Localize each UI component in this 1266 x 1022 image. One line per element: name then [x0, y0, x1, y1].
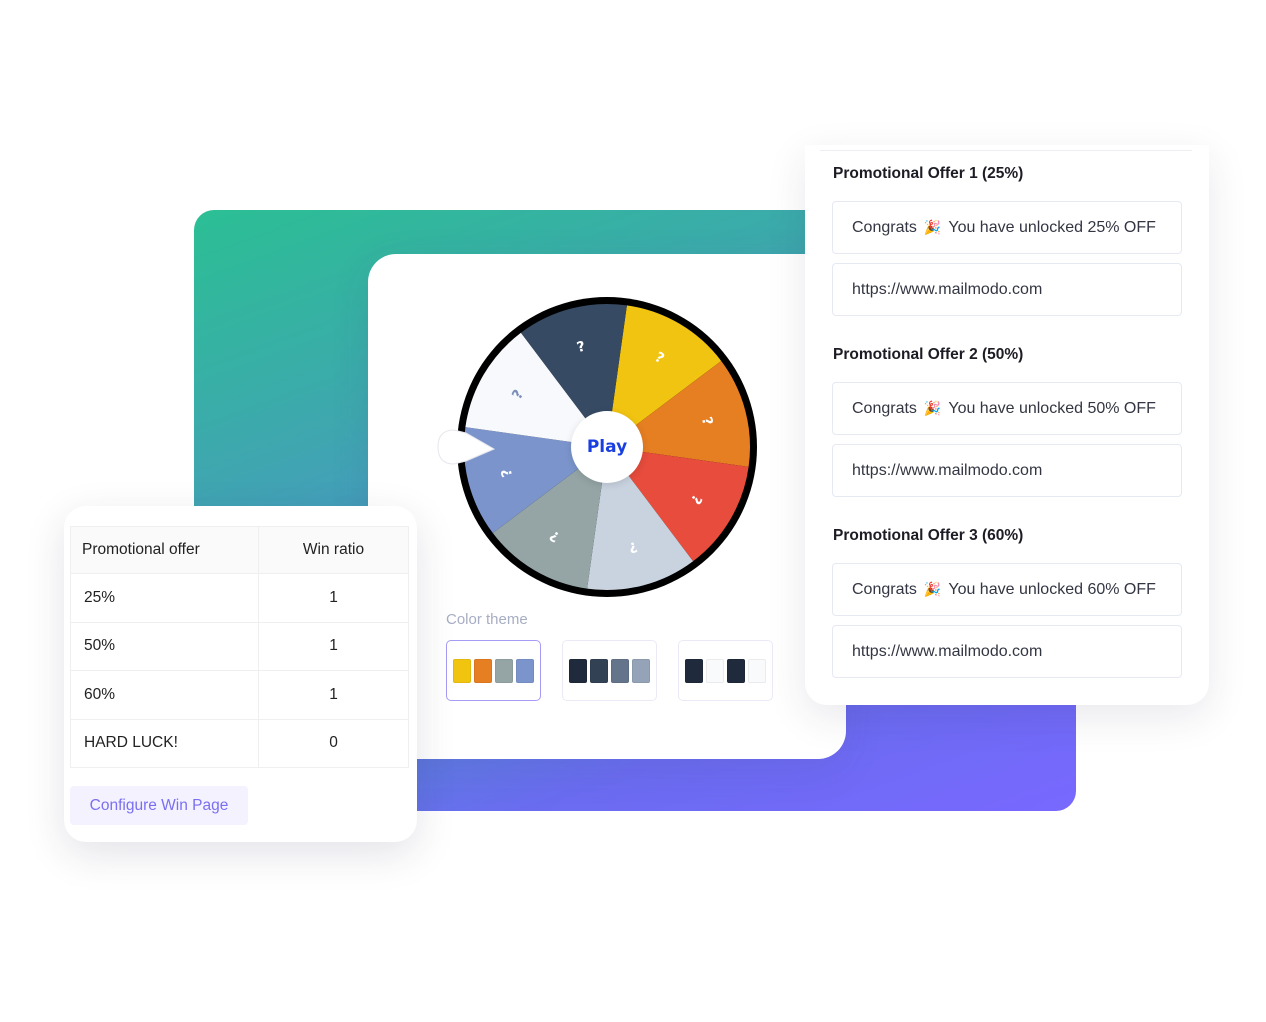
offer-url-input[interactable]: https://www.mailmodo.com — [832, 444, 1182, 497]
message-prefix: Congrats — [852, 580, 917, 598]
offer-message-input[interactable]: Congrats 🎉 You have unlocked 25% OFF — [832, 201, 1182, 254]
color-swatch — [453, 658, 471, 683]
color-theme-options — [446, 640, 773, 701]
color-theme-label: Color theme — [446, 611, 528, 628]
message-suffix: You have unlocked 50% OFF — [948, 399, 1156, 417]
color-swatch — [569, 658, 587, 683]
color-theme-option-bright[interactable] — [446, 640, 541, 701]
offer-url-input[interactable]: https://www.mailmodo.com — [832, 263, 1182, 316]
table-row: 50% 1 — [70, 621, 409, 671]
table-header-row: Promotional offer Win ratio — [70, 526, 409, 574]
message-prefix: Congrats — [852, 218, 917, 236]
wheel-pointer-icon — [437, 429, 496, 465]
offer-cell: 50% — [70, 621, 259, 671]
color-swatch — [685, 658, 703, 683]
message-suffix: You have unlocked 25% OFF — [948, 218, 1156, 236]
color-swatch — [632, 658, 650, 683]
promotional-offer-3: Promotional Offer 3 (60%) Congrats 🎉 You… — [832, 527, 1182, 687]
win-ratio-card: Promotional offer Win ratio 25% 1 50% 1 … — [64, 506, 417, 842]
offer-cell: HARD LUCK! — [70, 718, 259, 768]
color-swatch — [590, 658, 608, 683]
win-ratio-cell[interactable]: 0 — [258, 718, 409, 768]
color-swatch — [495, 658, 513, 683]
color-swatch — [706, 658, 724, 683]
win-ratio-cell[interactable]: 1 — [258, 573, 409, 623]
column-header-promotional-offer: Promotional offer — [70, 526, 259, 574]
offer-cell: 60% — [70, 670, 259, 720]
wheel-preview-card: ???????? Play Color theme — [368, 254, 846, 759]
offer-message-input[interactable]: Congrats 🎉 You have unlocked 60% OFF — [832, 563, 1182, 616]
offer-title: Promotional Offer 3 (60%) — [833, 527, 1024, 544]
color-swatch — [516, 658, 534, 683]
table-row: HARD LUCK! 0 — [70, 718, 409, 768]
color-theme-option-slate[interactable] — [562, 640, 657, 701]
play-button[interactable]: Play — [571, 411, 643, 483]
message-suffix: You have unlocked 60% OFF — [948, 580, 1156, 598]
column-header-win-ratio: Win ratio — [258, 526, 409, 574]
color-swatch — [611, 658, 629, 683]
party-popper-icon: 🎉 — [923, 219, 942, 235]
win-ratio-cell[interactable]: 1 — [258, 670, 409, 720]
color-swatch — [748, 658, 766, 683]
win-ratio-cell[interactable]: 1 — [258, 621, 409, 671]
promotional-offers-panel: Promotional Offer 1 (25%) Congrats 🎉 You… — [805, 145, 1209, 705]
offer-title: Promotional Offer 1 (25%) — [833, 165, 1024, 182]
party-popper-icon: 🎉 — [923, 400, 942, 416]
promotional-offer-2: Promotional Offer 2 (50%) Congrats 🎉 You… — [832, 346, 1182, 506]
color-theme-option-contrast[interactable] — [678, 640, 773, 701]
offer-url-input[interactable]: https://www.mailmodo.com — [832, 625, 1182, 678]
offer-message-input[interactable]: Congrats 🎉 You have unlocked 50% OFF — [832, 382, 1182, 435]
configure-win-page-button[interactable]: Configure Win Page — [70, 786, 248, 825]
color-swatch — [727, 658, 745, 683]
color-swatch — [474, 658, 492, 683]
party-popper-icon: 🎉 — [923, 581, 942, 597]
message-prefix: Congrats — [852, 399, 917, 417]
promotional-offer-1: Promotional Offer 1 (25%) Congrats 🎉 You… — [832, 165, 1182, 325]
spin-wheel[interactable]: ???????? Play — [437, 292, 762, 602]
offer-title: Promotional Offer 2 (50%) — [833, 346, 1024, 363]
table-row: 60% 1 — [70, 670, 409, 720]
table-row: 25% 1 — [70, 573, 409, 623]
win-ratio-table: Promotional offer Win ratio 25% 1 50% 1 … — [70, 526, 409, 768]
offer-cell: 25% — [70, 573, 259, 623]
